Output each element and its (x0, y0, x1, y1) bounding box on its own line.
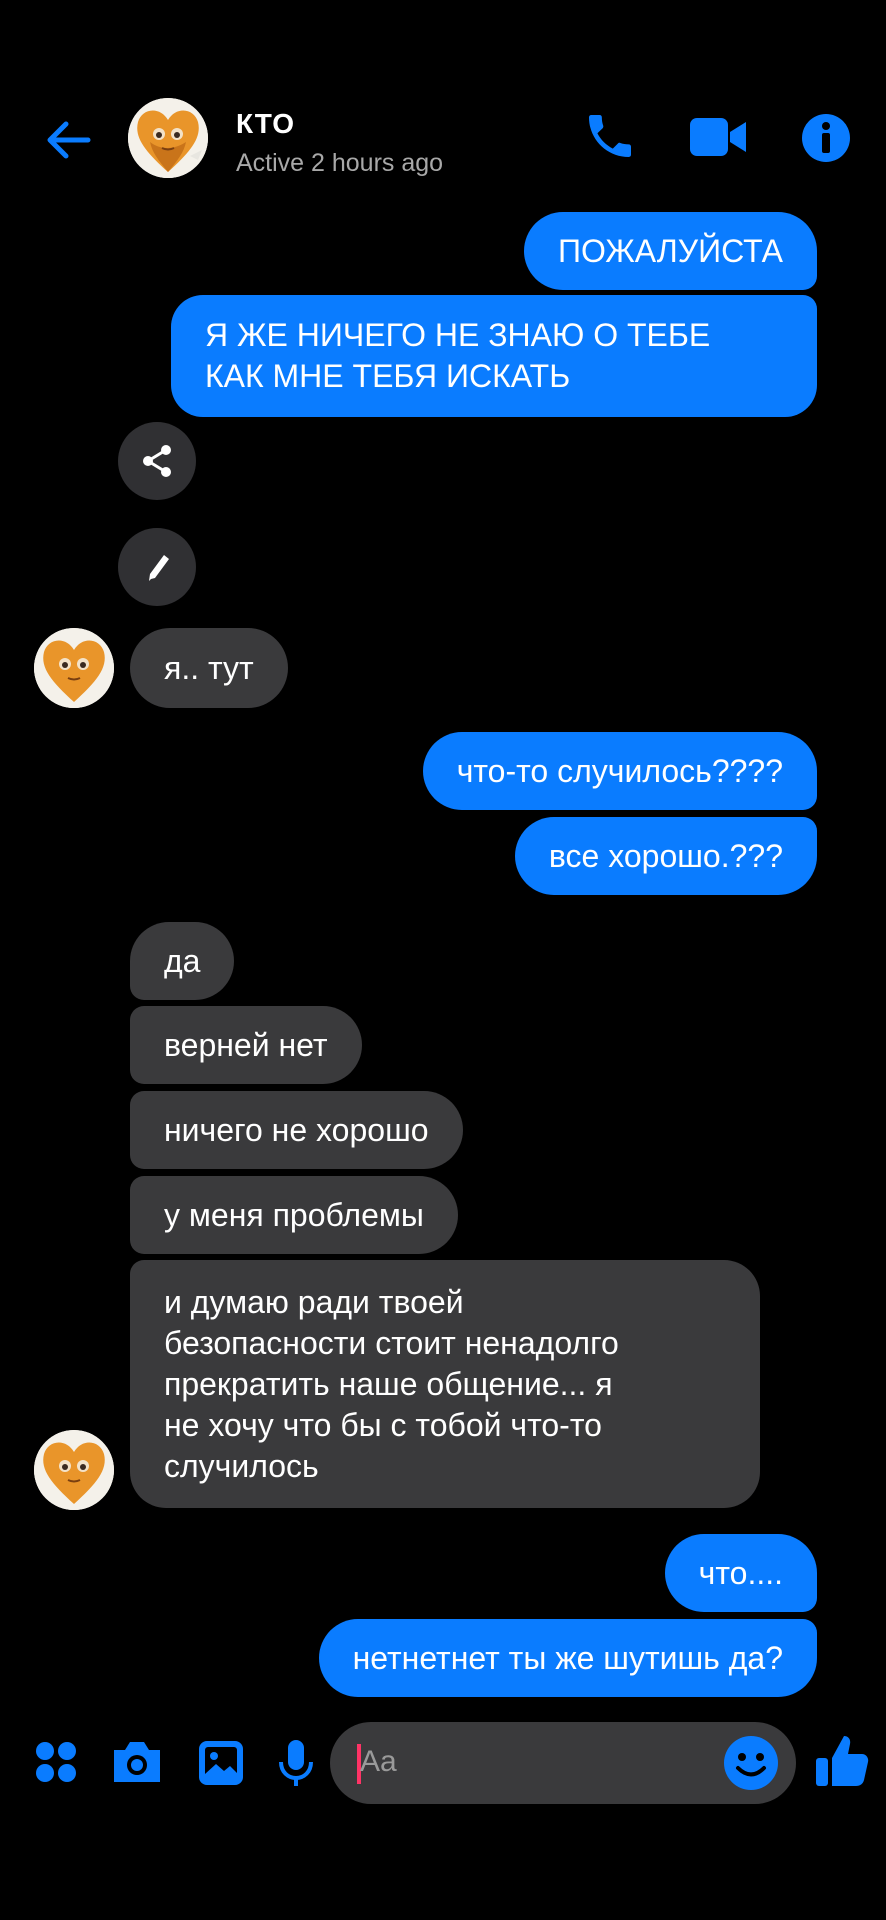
incoming-message[interactable]: я.. тут (130, 628, 288, 708)
gallery-image-icon (199, 1741, 243, 1785)
voice-call-button[interactable] (582, 108, 638, 169)
sender-avatar[interactable] (34, 1430, 114, 1510)
back-arrow-icon (47, 121, 91, 159)
heart-character-avatar (34, 628, 114, 708)
like-button[interactable] (814, 1732, 870, 1795)
incoming-message[interactable]: да (130, 922, 235, 1000)
back-button[interactable] (40, 112, 96, 168)
emoji-icon (724, 1736, 778, 1790)
microphone-icon (279, 1740, 313, 1786)
apps-grid-icon (36, 1742, 76, 1782)
edit-pencil-icon (149, 555, 169, 581)
incoming-message[interactable]: у меня проблемы (130, 1176, 458, 1254)
share-button[interactable] (118, 422, 196, 500)
video-call-button[interactable] (688, 114, 748, 165)
message-input-placeholder: Aa (360, 1745, 397, 1778)
outgoing-message[interactable]: Я ЖЕ НИЧЕГО НЕ ЗНАЮ О ТЕБЕ КАК МНЕ ТЕБЯ … (171, 295, 817, 417)
active-status: Active 2 hours ago (236, 149, 444, 177)
gallery-button[interactable] (196, 1738, 246, 1793)
info-button[interactable] (800, 112, 852, 169)
voice-message-button[interactable] (276, 1738, 316, 1795)
incoming-message[interactable]: и думаю ради твоей безопасности стоит не… (130, 1260, 760, 1508)
incoming-message[interactable]: ничего не хорошо (130, 1091, 463, 1169)
info-icon (802, 114, 850, 162)
video-camera-icon (690, 118, 746, 156)
outgoing-message[interactable]: что.... (664, 1534, 817, 1612)
camera-button[interactable] (110, 1738, 164, 1791)
emoji-button[interactable] (722, 1734, 780, 1797)
apps-button[interactable] (34, 1740, 78, 1789)
outgoing-message[interactable]: что-то случилось???? (422, 732, 817, 810)
phone-icon (589, 115, 631, 157)
incoming-message[interactable]: верней нет (130, 1006, 362, 1084)
share-icon (143, 445, 171, 477)
outgoing-message[interactable]: ПОЖАЛУЙСТА (524, 212, 817, 290)
camera-icon (114, 1742, 160, 1782)
outgoing-message[interactable]: все хорошо.??? (514, 817, 817, 895)
heart-character-avatar (34, 1430, 114, 1510)
sender-avatar[interactable] (34, 628, 114, 708)
edit-button[interactable] (118, 528, 196, 606)
outgoing-message[interactable]: нетнетнет ты же шутишь да? (318, 1619, 817, 1697)
thumbs-up-icon (816, 1736, 869, 1786)
heart-character-avatar (128, 98, 208, 178)
contact-avatar[interactable] (128, 98, 208, 178)
contact-name[interactable]: КТО (236, 108, 295, 140)
